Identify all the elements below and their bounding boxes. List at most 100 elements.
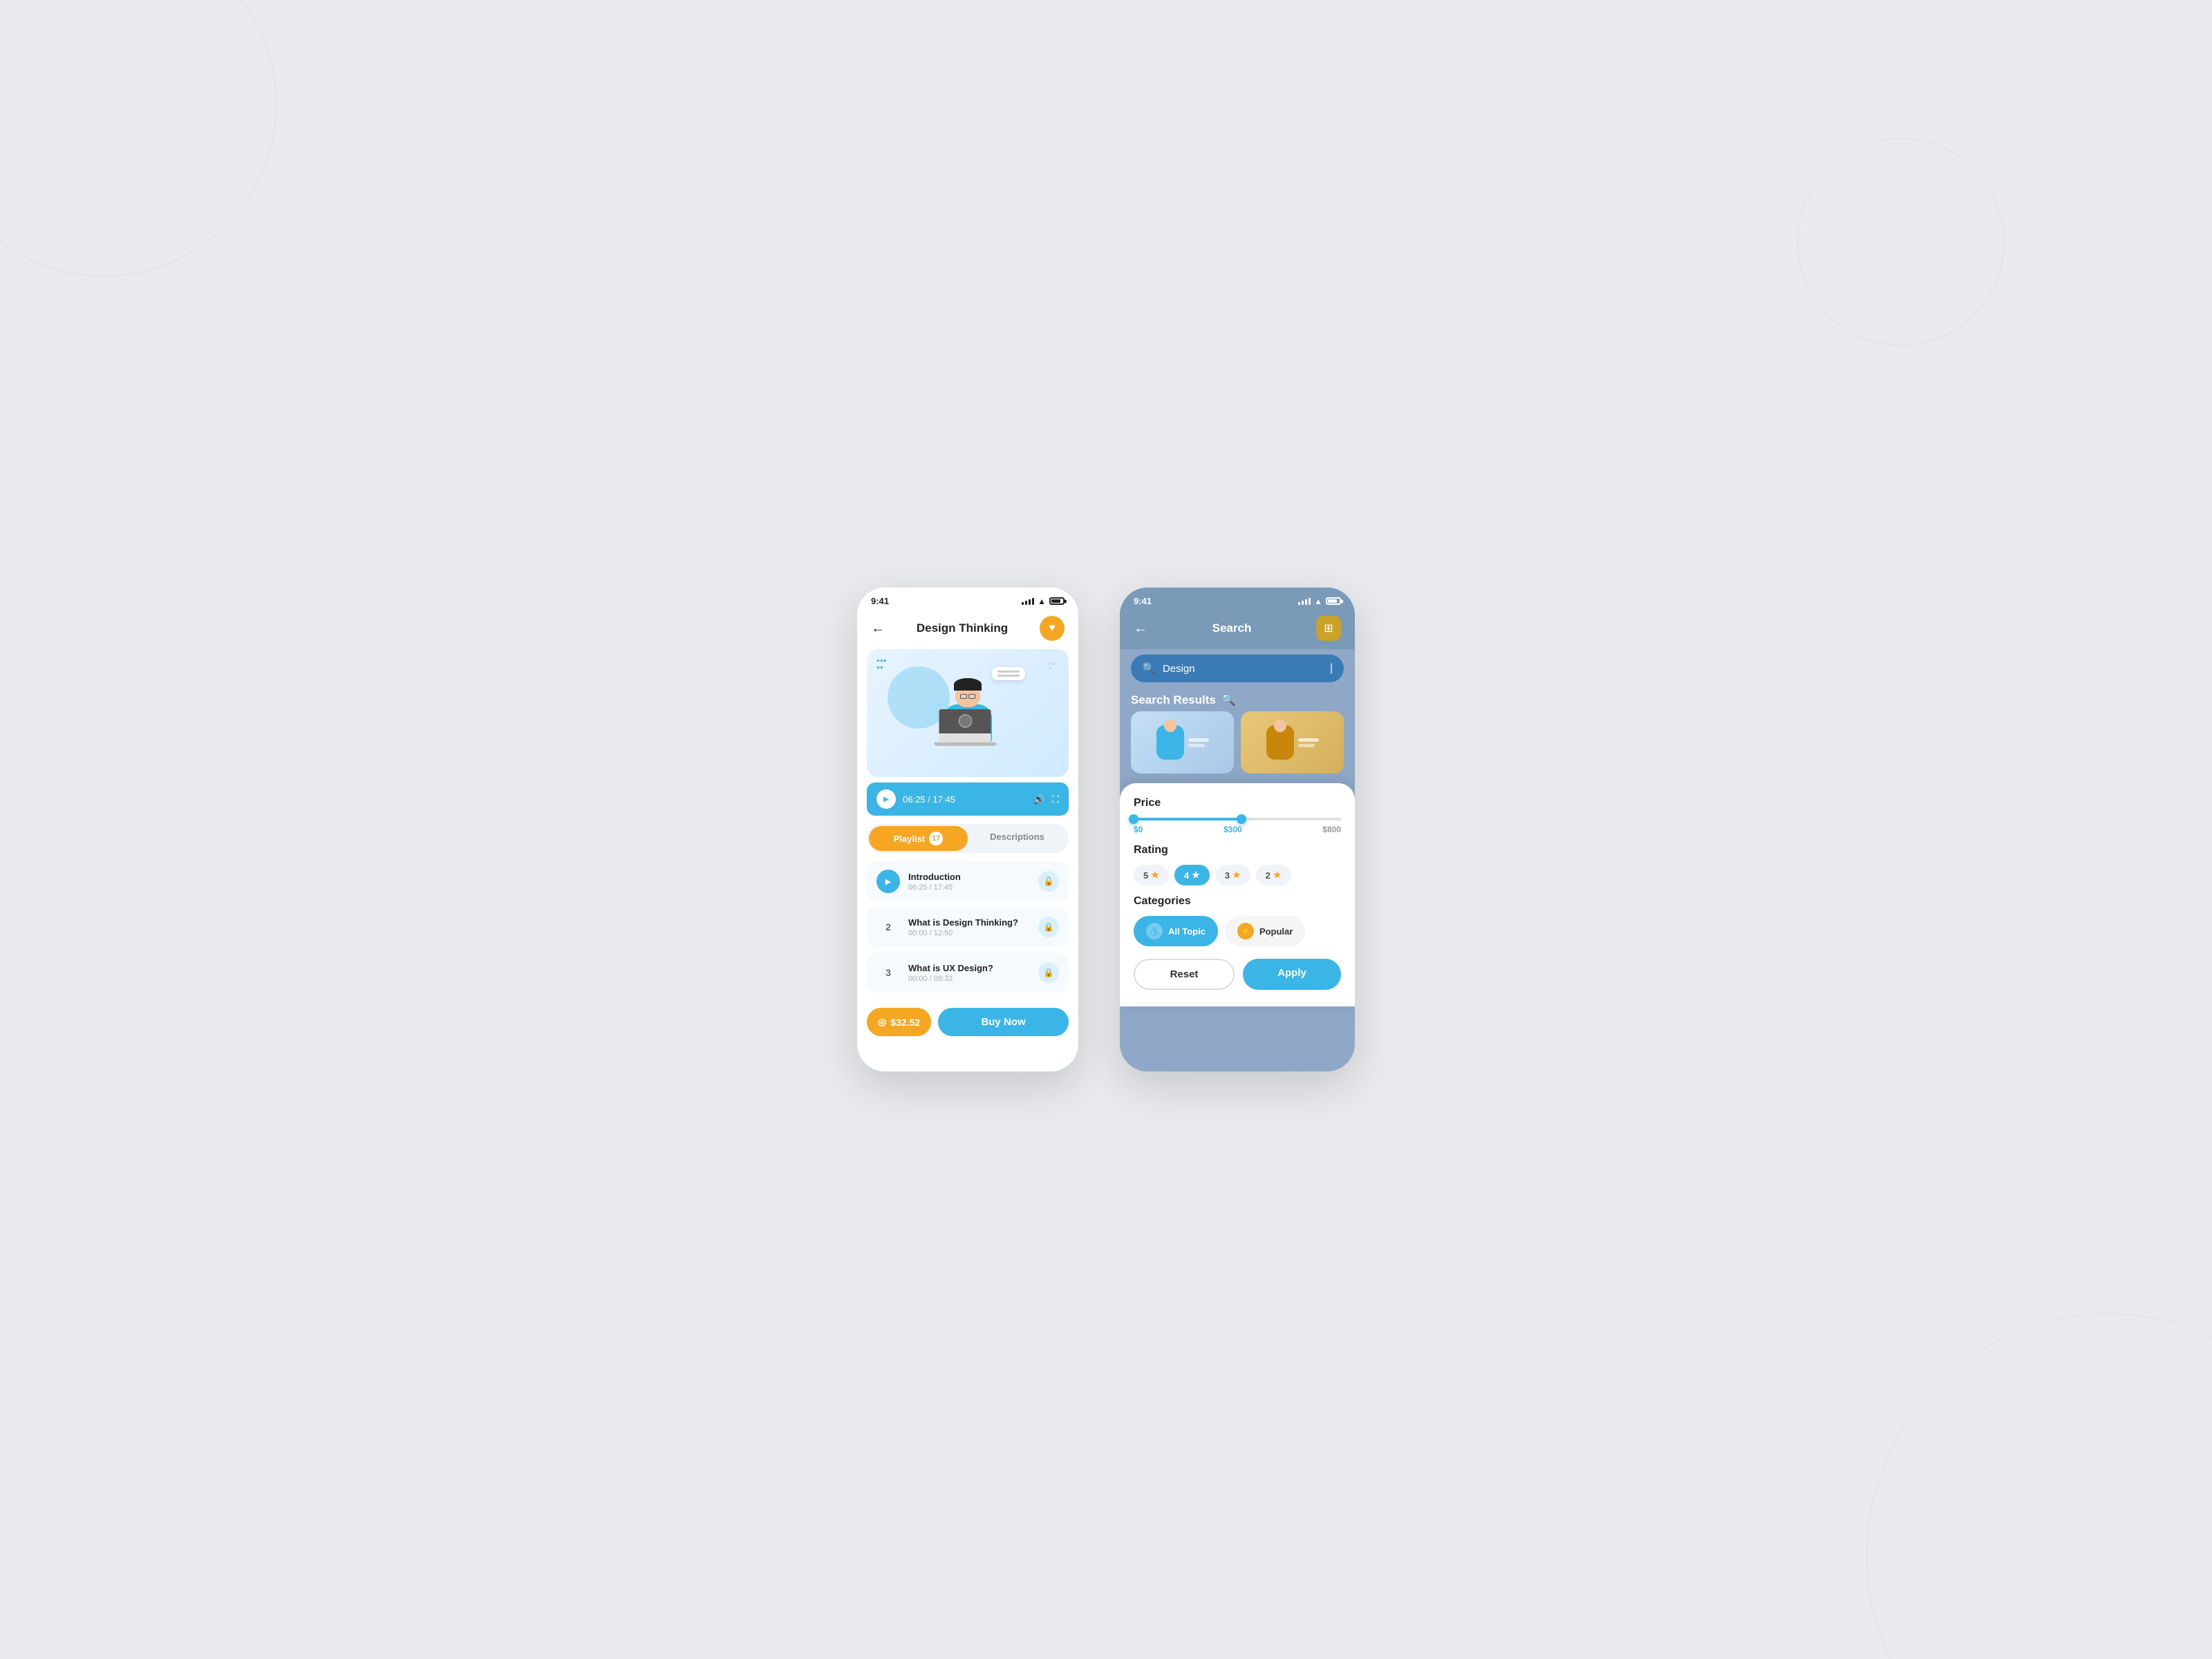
star-icon: ★ — [1232, 870, 1241, 881]
rating-5[interactable]: 5 ★ — [1134, 865, 1169, 885]
results-cards — [1120, 711, 1355, 774]
item-info: What is Design Thinking? 00:00 / 12:50 — [908, 917, 1030, 937]
item-time: 00:00 / 12:50 — [908, 929, 1030, 937]
signal-icon — [1022, 598, 1034, 605]
playlist-item[interactable]: 3 What is UX Design? 00:00 / 09:32 🔒 — [867, 953, 1069, 993]
status-bar-left: 9:41 ▲ — [857, 588, 1078, 610]
all-topic-icon: 💧 — [1146, 923, 1163, 939]
video-illustration: 🌿 — [944, 681, 992, 746]
search-results-label: Search Results 🔍 — [1120, 688, 1355, 711]
time-left: 9:41 — [871, 596, 889, 606]
results-text: Search Results — [1131, 693, 1216, 707]
dots-decoration: ●●●●● — [877, 657, 887, 671]
categories-title: Categories — [1134, 895, 1341, 908]
star-icon: ★ — [1273, 870, 1282, 881]
heart-button[interactable]: ♥ — [1040, 616, 1065, 641]
price-section: Price $0 $300 $800 — [1134, 797, 1341, 834]
price-button[interactable]: ◎ $32.52 — [867, 1008, 931, 1036]
category-popular[interactable]: ⚡ Popular — [1225, 916, 1305, 946]
popular-label: Popular — [1259, 926, 1293, 937]
category-options: 💧 All Topic ⚡ Popular — [1134, 916, 1341, 946]
item-title: Introduction — [908, 872, 1030, 882]
rating-options: 5 ★ 4 ★ 3 ★ 2 ★ — [1134, 865, 1341, 885]
grid-button[interactable]: ⊞ — [1316, 616, 1341, 641]
price-max: $800 — [1322, 825, 1341, 834]
descriptions-label: Descriptions — [990, 832, 1044, 842]
playlist-item[interactable]: ▶ Introduction 06:25 / 17:45 🔓 — [867, 861, 1069, 901]
item-time: 06:25 / 17:45 — [908, 883, 1030, 892]
design-thinking-header: ← Design Thinking ♥ — [857, 610, 1078, 649]
price-slider[interactable] — [1134, 818, 1341, 821]
laptop — [939, 709, 997, 746]
purchase-bar: ◎ $32.52 Buy Now — [857, 998, 1078, 1050]
price-min: $0 — [1134, 825, 1143, 834]
slider-thumb-end[interactable] — [1237, 814, 1246, 824]
video-controls-bar[interactable]: ▶ 06:25 / 17:45 🔊 ⛶ — [867, 782, 1069, 816]
speech-bubble — [992, 667, 1025, 680]
playlist-label: Playlist — [894, 834, 926, 844]
reset-button[interactable]: Reset — [1134, 959, 1235, 990]
volume-icon[interactable]: 🔊 — [1033, 794, 1045, 805]
all-topic-label: All Topic — [1168, 926, 1206, 937]
phone-search: 9:41 ▲ ← Search ⊞ — [1120, 588, 1355, 1071]
price-title: Price — [1134, 797, 1341, 809]
price-label: $32.52 — [890, 1017, 920, 1028]
tab-descriptions[interactable]: Descriptions — [968, 826, 1067, 851]
video-time: 06:25 / 17:45 — [903, 794, 1027, 805]
heart-icon: ♥ — [1049, 622, 1056, 635]
lock-icon: 🔓 — [1038, 871, 1059, 892]
slider-track — [1134, 818, 1341, 821]
item-play-icon[interactable]: ▶ — [877, 870, 900, 893]
wifi-icon-right: ▲ — [1314, 597, 1322, 606]
item-number: 3 — [877, 961, 900, 984]
time-right: 9:41 — [1134, 596, 1152, 606]
back-button-search[interactable]: ← — [1134, 621, 1147, 637]
wifi-icon: ▲ — [1038, 597, 1046, 606]
head — [955, 681, 980, 707]
search-icon: 🔍 — [1142, 662, 1156, 675]
search-input-wrap[interactable]: 🔍 | — [1131, 655, 1344, 682]
status-icons-left: ▲ — [1022, 597, 1065, 606]
item-info: What is UX Design? 00:00 / 09:32 — [908, 963, 1030, 983]
status-bar-right: 9:41 ▲ — [1120, 588, 1355, 610]
price-labels: $0 $300 $800 — [1134, 825, 1341, 834]
item-title: What is Design Thinking? — [908, 917, 1030, 928]
phone-design-thinking: 9:41 ▲ ← Design Thinking ♥ — [857, 588, 1078, 1071]
play-button[interactable]: ▶ — [877, 789, 896, 809]
circles-decoration: ○ ○ ○ — [1048, 662, 1055, 671]
rating-4[interactable]: 4 ★ — [1174, 865, 1210, 885]
search-header: ← Search ⊞ — [1120, 610, 1355, 649]
rating-2[interactable]: 2 ★ — [1256, 865, 1291, 885]
slider-fill — [1134, 818, 1241, 821]
slider-thumb-start[interactable] — [1129, 814, 1138, 824]
filter-panel: Price $0 $300 $800 Rating — [1120, 783, 1355, 1006]
results-search-icon: 🔍 — [1221, 693, 1236, 707]
fullscreen-icon[interactable]: ⛶ — [1052, 794, 1059, 805]
popular-icon: ⚡ — [1237, 923, 1254, 939]
lock-icon: 🔒 — [1038, 962, 1059, 983]
result-card-2[interactable] — [1241, 711, 1344, 774]
item-number: 2 — [877, 915, 900, 939]
scene: 9:41 ▲ ← Design Thinking ♥ — [857, 588, 1355, 1071]
battery-icon-right — [1326, 597, 1341, 605]
result-card-1[interactable] — [1131, 711, 1234, 774]
playlist-count: 17 — [929, 832, 943, 845]
playlist-item[interactable]: 2 What is Design Thinking? 00:00 / 12:50… — [867, 907, 1069, 947]
filter-actions: Reset Apply — [1134, 959, 1341, 990]
back-button[interactable]: ← — [871, 621, 885, 637]
categories-section: Categories 💧 All Topic ⚡ Popular — [1134, 895, 1341, 946]
price-current: $300 — [1224, 825, 1242, 834]
category-all-topic[interactable]: 💧 All Topic — [1134, 916, 1218, 946]
page-title: Design Thinking — [917, 621, 1008, 635]
tab-playlist[interactable]: Playlist 17 — [869, 826, 968, 851]
buy-now-button[interactable]: Buy Now — [938, 1008, 1069, 1036]
playlist-container: ▶ Introduction 06:25 / 17:45 🔓 2 What is… — [857, 861, 1078, 993]
card-illustration-2 — [1266, 725, 1294, 760]
rating-3[interactable]: 3 ★ — [1215, 865, 1250, 885]
item-time: 00:00 / 09:32 — [908, 975, 1030, 983]
search-input[interactable] — [1163, 663, 1323, 675]
star-icon: ★ — [1151, 870, 1159, 881]
apply-button[interactable]: Apply — [1243, 959, 1341, 990]
content-tabs: Playlist 17 Descriptions — [867, 824, 1069, 853]
coin-icon: ◎ — [878, 1016, 886, 1028]
